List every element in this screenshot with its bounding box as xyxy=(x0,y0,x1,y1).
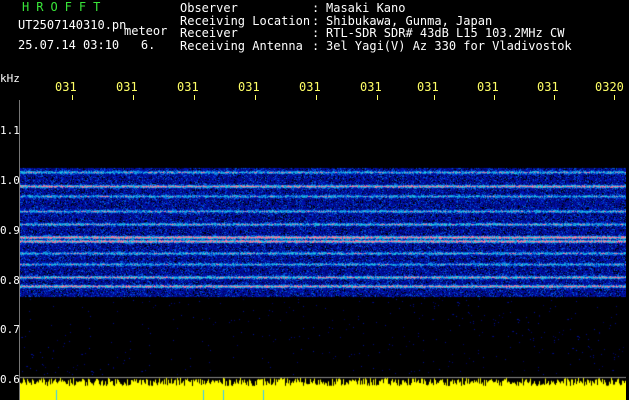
time-tick-label: 031 xyxy=(55,80,77,94)
spectrogram-canvas xyxy=(20,100,626,400)
freq-tick-label: 0.8 xyxy=(0,274,20,287)
date-time-value: 25.07.14 03:10 xyxy=(18,38,120,52)
info-row-antenna: Receiving Antenna : 3el Yagi(V) Az 330 f… xyxy=(180,38,572,53)
date-extra: 6. xyxy=(140,38,156,52)
freq-tick-label: 0.9 xyxy=(0,224,20,237)
info-label: Receiver xyxy=(180,26,238,40)
freq-tick-label: 1.1 xyxy=(0,124,20,137)
time-tick-label: 031 xyxy=(537,80,559,94)
info-separator: : xyxy=(312,26,320,40)
info-label: Observer xyxy=(180,1,238,15)
freq-unit-label: kHz xyxy=(0,72,20,85)
info-row-receiver: Receiver : RTL-SDR SDR# 43dB L15 103.2MH… xyxy=(180,27,572,40)
info-value: 3el Yagi(V) Az 330 for Vladivostok xyxy=(326,38,572,53)
info-value: RTL-SDR SDR# 43dB L15 103.2MHz CW xyxy=(326,26,565,40)
info-separator: : xyxy=(312,38,320,53)
freq-tick-label: 1.0 xyxy=(0,174,20,187)
app-title: HROFFT xyxy=(22,0,108,14)
file-name: UT2507140310.pn xyxy=(18,18,127,32)
file-suffix: meteor xyxy=(124,24,168,38)
info-separator: : xyxy=(312,1,320,15)
freq-tick-label: 0.6 xyxy=(0,373,20,386)
time-tick-label: 031 xyxy=(417,80,439,94)
info-row-observer: Observer : Masaki Kano xyxy=(180,2,572,15)
time-tick-label: 0320 xyxy=(595,80,624,94)
info-block: Observer : Masaki Kano Receiving Locatio… xyxy=(180,2,572,52)
time-tick-label: 031 xyxy=(360,80,382,94)
date-time: 25.07.14 03:10 6. xyxy=(18,38,155,52)
time-tick-label: 031 xyxy=(299,80,321,94)
freq-tick-label: 0.7 xyxy=(0,323,20,336)
time-tick-label: 031 xyxy=(238,80,260,94)
time-tick-label: 031 xyxy=(177,80,199,94)
info-label: Receiving Antenna xyxy=(180,38,303,53)
time-tick-label: 031 xyxy=(116,80,138,94)
info-value: Masaki Kano xyxy=(326,1,406,15)
time-tick-label: 031 xyxy=(477,80,499,94)
